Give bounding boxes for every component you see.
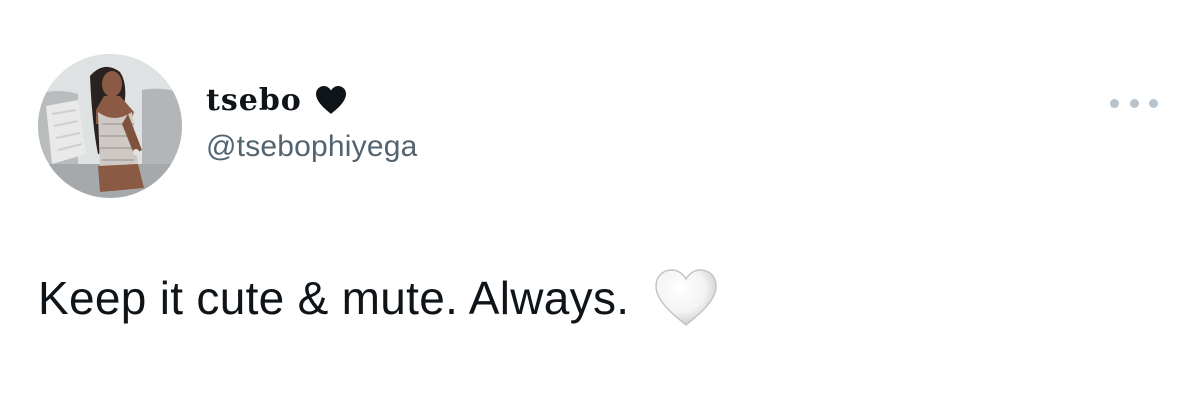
tweet-text: Keep it cute & mute. Always. bbox=[38, 272, 630, 324]
tweet-text-row: Keep it cute & mute. Always. bbox=[38, 268, 719, 328]
handle[interactable]: @tsebophiyega bbox=[206, 130, 418, 164]
more-dot bbox=[1110, 98, 1119, 108]
more-options-icon[interactable] bbox=[1110, 92, 1158, 114]
profile-photo-icon bbox=[38, 54, 182, 198]
avatar[interactable] bbox=[38, 54, 182, 198]
display-name-row[interactable]: tsebo bbox=[206, 78, 418, 122]
more-dot bbox=[1129, 98, 1139, 108]
author-names: tsebo @tsebophiyega bbox=[206, 78, 418, 164]
black-heart-icon bbox=[314, 85, 348, 115]
display-name[interactable]: tsebo bbox=[206, 83, 302, 118]
more-dot bbox=[1149, 98, 1158, 108]
tweet-card: tsebo @tsebophiyega Keep it cute & mute.… bbox=[0, 0, 1197, 398]
white-heart-icon bbox=[653, 268, 719, 328]
